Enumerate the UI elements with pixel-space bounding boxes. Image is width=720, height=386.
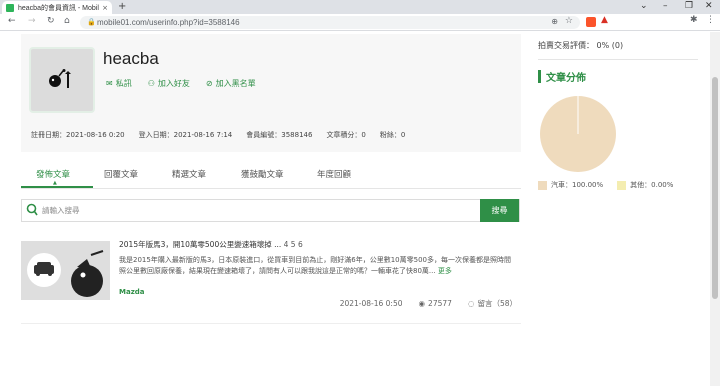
bookmark-star-icon[interactable]: ☆ xyxy=(565,16,573,26)
profile-stats: 註冊日期：2021-08-16 0:20 登入日期：2021-08-16 7:1… xyxy=(31,130,405,140)
tab-replies[interactable]: 回覆文章 xyxy=(104,168,138,180)
article-divider xyxy=(21,323,521,324)
legend-label: 汽車：100.00% xyxy=(551,181,604,189)
stat-article-points: 文章積分：0 xyxy=(326,131,366,139)
article-distribution-heading: 文章分佈 xyxy=(538,69,586,84)
car-thumbnail-icon xyxy=(21,241,110,300)
tab-annual-review[interactable]: 年度回顧 xyxy=(317,168,351,180)
article-views: ◉ 27577 xyxy=(419,299,452,308)
article-replies-count[interactable]: 留言（58） xyxy=(477,298,517,309)
active-tab-underline xyxy=(21,186,93,188)
block-icon: ⊘ xyxy=(205,79,213,88)
article-replies[interactable]: ◌ 留言（58） xyxy=(468,298,517,309)
profile-card: heacba ✉ 私訊 ⚇ 加入好友 ⊘ 加入黑名單 註冊日期：2021-08-… xyxy=(21,34,521,152)
search-button[interactable]: 搜尋 xyxy=(480,199,519,222)
mobile01-favicon-icon xyxy=(6,3,14,12)
brave-shield-icon[interactable] xyxy=(586,17,596,27)
legend-swatch xyxy=(617,180,627,190)
comment-icon: ◌ xyxy=(467,299,475,308)
mail-icon: ✉ xyxy=(106,79,113,88)
heading-accent-bar xyxy=(538,70,541,83)
search-icon xyxy=(26,203,38,216)
article-date: 2021-08-16 0:50 xyxy=(339,299,403,308)
tab-close-icon[interactable]: × xyxy=(102,4,108,12)
new-tab-button[interactable]: + xyxy=(118,1,126,12)
message-button[interactable]: ✉ 私訊 xyxy=(106,78,132,89)
article-title[interactable]: 2015年版馬3，開10萬零500公里變速箱壞掉 ... 4 5 6 xyxy=(119,239,303,250)
tab-encouraged[interactable]: 獲鼓勵文章 xyxy=(241,168,284,180)
content-tabs: 發佈文章 回覆文章 精選文章 獲鼓勵文章 年度回顧 ▲ xyxy=(21,164,521,189)
avatar xyxy=(29,47,95,113)
browser-tab-title: heacba的會員資訊 - Mobile01 xyxy=(18,4,99,12)
add-friend-button[interactable]: ⚇ 加入好友 xyxy=(148,78,190,89)
page-content: heacba ✉ 私訊 ⚇ 加入好友 ⊘ 加入黑名單 註冊日期：2021-08-… xyxy=(0,32,710,386)
back-icon[interactable]: ← xyxy=(8,16,16,26)
zoom-icon[interactable]: ⊕ xyxy=(551,17,558,26)
close-window-icon[interactable]: ✕ xyxy=(705,1,713,11)
article-views-count: 27577 xyxy=(428,299,452,308)
stat-register-date: 註冊日期：2021-08-16 0:20 xyxy=(31,131,125,139)
legend-label: 其他：0.00% xyxy=(630,181,674,189)
page-scrollbar[interactable] xyxy=(710,32,720,386)
auction-rating: 拍賣交易評價： 0% (0) xyxy=(538,41,624,50)
scrollbar-thumb[interactable] xyxy=(712,77,718,299)
address-bar[interactable]: 🔒 mobile01.com/userinfo.php?id=3588146 ⊕… xyxy=(80,16,580,29)
avatar-placeholder-icon xyxy=(49,69,71,88)
search-input[interactable] xyxy=(42,203,482,218)
read-more-link[interactable]: 更多 xyxy=(438,267,452,275)
tab-featured[interactable]: 精選文章 xyxy=(172,168,206,180)
stat-member-id: 會員編號：3588146 xyxy=(246,131,313,139)
add-friend-label: 加入好友 xyxy=(157,79,190,88)
home-icon[interactable]: ⌂ xyxy=(64,16,70,26)
legend-swatch xyxy=(538,180,547,190)
browser-tab[interactable]: heacba的會員資訊 - Mobile01 × xyxy=(2,1,112,14)
restore-icon[interactable]: ❐ xyxy=(685,1,693,11)
profile-actions: ✉ 私訊 ⚇ 加入好友 ⊘ 加入黑名單 xyxy=(106,78,256,89)
browser-toolbar: ← → ↻ ⌂ 🔒 mobile01.com/userinfo.php?id=3… xyxy=(0,14,720,31)
tab-search-icon[interactable]: ⌄ xyxy=(640,1,648,11)
article-excerpt: 我是2015年購入最新版的馬3，日本原裝進口，從買車到目前為止，剛好滿6年，公里… xyxy=(119,255,515,277)
article-distribution-title: 文章分佈 xyxy=(546,73,586,84)
legend-item: 汽車：100.00% xyxy=(538,180,603,190)
article-title-text[interactable]: 2015年版馬3，開10萬零500公里變速箱壞掉 ... xyxy=(119,240,281,249)
minimize-icon[interactable]: – xyxy=(663,1,668,11)
pie-legend: 汽車：100.00% 其他：0.00% xyxy=(538,180,673,190)
block-user-label: 加入黑名單 xyxy=(215,79,256,88)
reload-icon[interactable]: ↻ xyxy=(47,16,55,26)
block-user-button[interactable]: ⊘ 加入黑名單 xyxy=(206,78,256,89)
article-tag[interactable]: Mazda xyxy=(119,288,145,296)
menu-kebab-icon[interactable]: ⋮ xyxy=(706,15,715,25)
search-box: 搜尋 xyxy=(21,199,520,222)
sidebar-divider xyxy=(538,59,698,60)
message-label: 私訊 xyxy=(115,79,132,88)
article-item[interactable]: 2015年版馬3，開10萬零500公里變速箱壞掉 ... 4 5 6 我是201… xyxy=(21,236,521,322)
stat-login-date: 登入日期：2021-08-16 7:14 xyxy=(138,131,233,139)
lock-icon[interactable]: 🔒 xyxy=(87,18,96,26)
article-thumbnail[interactable] xyxy=(21,241,110,300)
legend-item: 其他：0.00% xyxy=(617,180,673,190)
warning-triangle-icon[interactable]: ▲ xyxy=(601,15,611,25)
username: heacba xyxy=(103,49,159,68)
forward-icon[interactable]: → xyxy=(28,16,36,26)
eye-icon: ◉ xyxy=(418,299,426,308)
tab-posted-articles[interactable]: 發佈文章 xyxy=(36,168,70,180)
browser-tabstrip: heacba的會員資訊 - Mobile01 × + ⌄ – ❐ ✕ xyxy=(0,0,720,14)
extensions-icon[interactable]: ✱ xyxy=(690,15,698,25)
article-meta: 2021-08-16 0:50 ◉ 27577 ◌ 留言（58） xyxy=(340,298,517,309)
stat-fans: 粉絲：0 xyxy=(379,131,406,139)
url-text[interactable]: mobile01.com/userinfo.php?id=3588146 xyxy=(97,18,240,27)
article-page-links[interactable]: 4 5 6 xyxy=(284,240,303,249)
article-excerpt-text: 我是2015年購入最新版的馬3，日本原裝進口，從買車到目前為止，剛好滿6年，公里… xyxy=(119,256,511,275)
user-add-icon: ⚇ xyxy=(147,79,155,88)
article-distribution-pie-chart xyxy=(540,96,616,172)
